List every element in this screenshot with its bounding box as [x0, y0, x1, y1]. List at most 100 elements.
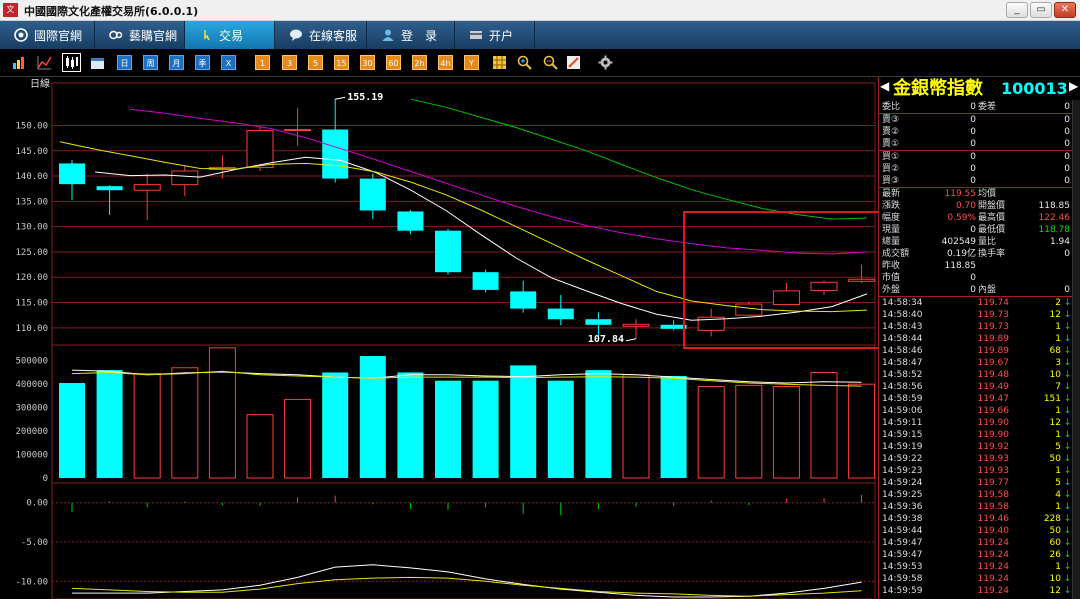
tick-row: 14:58:46 119.89 68 ↓ — [879, 345, 1072, 357]
down-arrow-icon: ↓ — [1063, 310, 1072, 320]
quote-row-label2: 換手率 — [978, 249, 1006, 259]
volume-bar-down — [322, 372, 349, 478]
candle-body-up — [772, 290, 800, 306]
tick-price: 119.66 — [977, 406, 1010, 416]
cursor-icon — [199, 28, 213, 42]
candle-body-down — [397, 211, 424, 231]
period-x-button[interactable]: X — [221, 55, 236, 70]
close-button[interactable]: ✕ — [1054, 2, 1076, 18]
zoom-out-icon[interactable] — [543, 55, 558, 70]
line-chart-icon[interactable] — [37, 55, 52, 70]
quote-row-value2: 118.78 — [1038, 225, 1071, 235]
candle-body-down — [96, 186, 123, 191]
period-month-button[interactable]: 月 — [169, 55, 184, 70]
minute-3-button[interactable]: 3 — [282, 55, 297, 70]
price-tick-label: 125.00 — [15, 248, 48, 258]
period-day-button[interactable]: 日 — [117, 55, 132, 70]
tick-price: 119.24 — [977, 562, 1010, 572]
max-marker — [335, 96, 346, 100]
period-season-button[interactable]: 季 — [195, 55, 210, 70]
ask-volume: 0 — [1064, 139, 1070, 149]
volume-tick-label: 0 — [43, 474, 48, 484]
volume-bar-up — [171, 367, 199, 479]
quote-row-value2: 0 — [1064, 249, 1070, 259]
bid-price: 0 — [970, 176, 976, 186]
tick-time: 14:59:59 — [882, 586, 923, 596]
candle-body-down — [660, 324, 687, 329]
tick-price: 119.67 — [977, 358, 1010, 368]
tick-row: 14:59:19 119.92 5 ↓ — [879, 441, 1072, 453]
volume-bar-down — [660, 375, 687, 478]
tick-row: 14:59:36 119.58 1 ↓ — [879, 501, 1072, 513]
kline-chart-panel[interactable]: 日線 150.00 145.00 140.00 135.00 130.00 125.00 12… — [0, 77, 878, 599]
down-arrow-icon: ↓ — [1063, 394, 1072, 404]
minute-1-button[interactable]: 1 — [255, 55, 270, 70]
scrollbar[interactable] — [1072, 100, 1080, 599]
bid-volume: 0 — [1064, 176, 1070, 186]
minute-30-button[interactable]: 30 — [360, 55, 375, 70]
candlestick-icon[interactable] — [62, 53, 81, 72]
bar-chart-icon[interactable] — [11, 55, 26, 70]
down-arrow-icon: ↓ — [1063, 562, 1072, 572]
tick-row: 14:59:06 119.66 1 ↓ — [879, 405, 1072, 417]
candle-body-up — [171, 170, 199, 186]
quote-row: 總量 402549 量比 1.94 — [879, 236, 1072, 248]
minute-15-button[interactable]: 15 — [334, 55, 349, 70]
tick-volume: 1 — [1055, 322, 1061, 332]
tick-row: 14:58:34 119.74 2 ↓ — [879, 297, 1072, 309]
period-week-button[interactable]: 周 — [143, 55, 158, 70]
tab-art-site[interactable]: 藝購官網 — [95, 21, 185, 49]
ma-magenta-line — [130, 108, 868, 255]
tick-volume: 68 — [1049, 346, 1061, 356]
down-arrow-icon: ↓ — [1063, 382, 1072, 392]
minimize-button[interactable]: _ — [1006, 2, 1028, 18]
prev-arrow-icon[interactable]: ◀ — [880, 79, 889, 93]
tick-volume: 4 — [1055, 490, 1061, 500]
tab-trade[interactable]: 交易 — [185, 21, 275, 49]
tick-time: 14:59:47 — [882, 538, 923, 548]
zoom-in-icon[interactable] — [517, 55, 532, 70]
price-tick-label: 140.00 — [15, 172, 48, 182]
tick-volume: 26 — [1049, 550, 1061, 560]
volume-bar-up — [735, 384, 763, 479]
candle-body-up — [622, 323, 650, 327]
minute-60-button[interactable]: 60 — [386, 55, 401, 70]
price-tick-label: 135.00 — [15, 197, 48, 207]
hour-2-button[interactable]: 2h — [412, 55, 427, 70]
minute-5-button[interactable]: 5 — [308, 55, 323, 70]
quote-row-value: 119.55 — [944, 189, 977, 199]
price-tick-label: 150.00 — [15, 121, 48, 131]
tab-label: 交易 — [219, 28, 244, 43]
tick-time: 14:59:58 — [882, 574, 923, 584]
quote-row-value: 402549 — [941, 237, 976, 247]
quote-row-label2: 內盤 — [978, 285, 997, 295]
tab-login[interactable]: 登 录 — [367, 21, 455, 49]
gear-icon[interactable] — [598, 55, 613, 70]
ask-price: 0 — [970, 127, 976, 137]
tab-official-site[interactable]: 國際官網 — [0, 21, 95, 49]
tick-volume: 7 — [1055, 382, 1061, 392]
tick-time: 14:58:59 — [882, 394, 923, 404]
tick-time: 14:59:11 — [882, 418, 923, 428]
calendar-icon[interactable] — [90, 55, 105, 70]
quote-header: ◀ 金銀幣指數 100013 ▶ — [879, 77, 1080, 100]
quote-name: 金銀幣指數 — [893, 78, 983, 99]
quote-row-value: 0 — [970, 102, 976, 112]
price-tick-label: 120.00 — [15, 273, 48, 283]
year-button[interactable]: Y — [464, 55, 479, 70]
tick-price: 119.74 — [977, 298, 1010, 308]
candle-body-down — [547, 308, 574, 320]
grid-icon[interactable] — [492, 55, 507, 70]
maximize-button[interactable]: ▭ — [1030, 2, 1052, 18]
tab-online-service[interactable]: 在線客服 — [275, 21, 367, 49]
tick-price: 119.58 — [977, 490, 1010, 500]
tick-row: 14:58:47 119.67 3 ↓ — [879, 357, 1072, 369]
next-arrow-icon[interactable]: ▶ — [1069, 79, 1078, 93]
down-arrow-icon: ↓ — [1063, 490, 1072, 500]
kline-chart[interactable]: 日線 150.00 145.00 140.00 135.00 130.00 125.00 12… — [0, 77, 878, 599]
quote-row-value2: 1.94 — [1049, 237, 1070, 247]
tab-open-account[interactable]: 开户 — [455, 21, 535, 49]
draw-icon[interactable] — [566, 55, 581, 70]
hour-4-button[interactable]: 4h — [438, 55, 453, 70]
price-tick-label: 110.00 — [15, 324, 48, 334]
